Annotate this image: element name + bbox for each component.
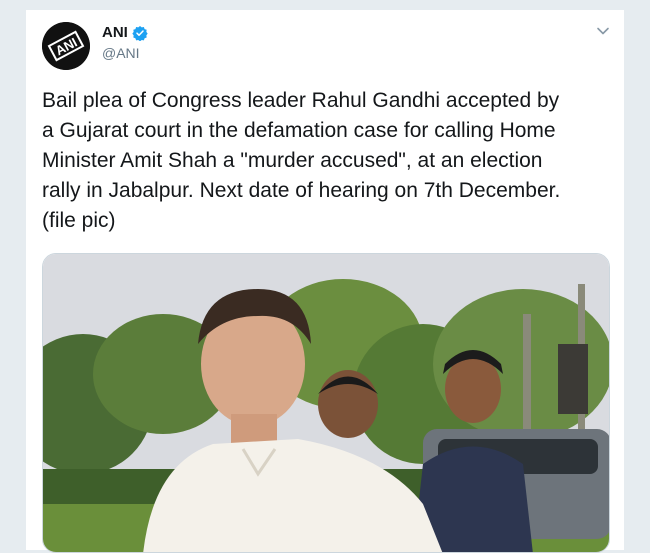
tweet-text: Bail plea of Congress leader Rahul Gandh… xyxy=(42,89,561,232)
author-display-name[interactable]: ANI xyxy=(102,24,128,41)
chevron-down-icon[interactable] xyxy=(596,24,610,38)
author-name-row: ANI xyxy=(102,24,148,41)
ani-logo-icon[interactable]: ANI xyxy=(42,22,90,70)
author-handle[interactable]: @ANI xyxy=(102,45,140,61)
tweet-card[interactable]: ANI ANI @ANI Bail plea of Congress leade… xyxy=(25,10,625,553)
photo-icon xyxy=(43,254,609,552)
tweet-photo[interactable] xyxy=(42,253,610,553)
verified-badge-icon xyxy=(132,25,148,41)
